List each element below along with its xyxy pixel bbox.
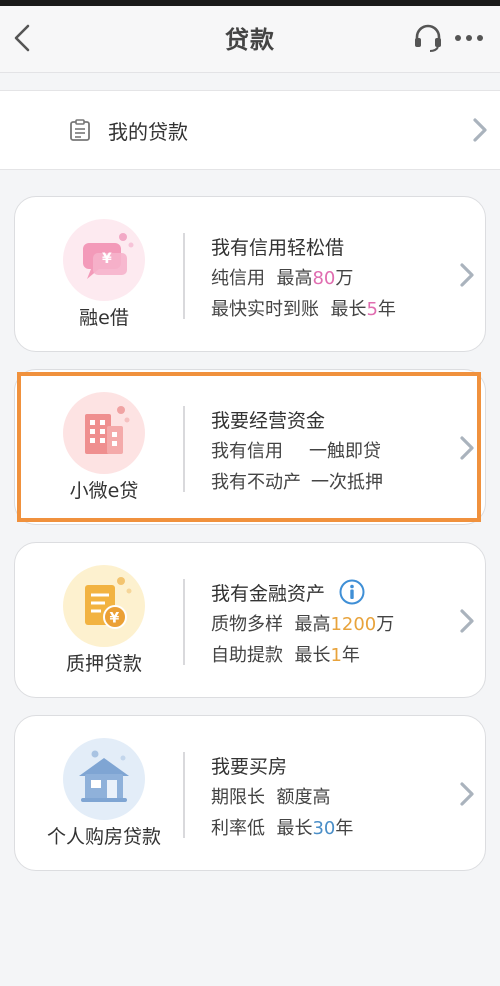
- svg-text:¥: ¥: [110, 611, 120, 627]
- product-feature-line: 我有不动产 一次抵押: [211, 472, 383, 493]
- product-title: 我要买房: [211, 756, 288, 778]
- office-building-icon: [63, 392, 145, 474]
- document-coin-icon: ¥: [63, 565, 145, 647]
- product-name: 小微e贷: [69, 480, 139, 502]
- my-loans-label: 我的贷款: [108, 120, 188, 144]
- divider: [183, 233, 185, 319]
- product-name: 融e借: [79, 307, 129, 329]
- chevron-right-icon: [470, 115, 490, 145]
- product-name: 质押贷款: [65, 653, 142, 675]
- product-feature-line: 质物多样 最高1200万: [211, 614, 395, 635]
- chevron-right-icon: [457, 606, 477, 636]
- house-icon: [63, 738, 145, 820]
- product-title: 我要经营资金: [211, 410, 326, 432]
- divider: [183, 579, 185, 665]
- product-feature-line: 最快实时到账 最长5年: [211, 299, 396, 320]
- product-feature-line: 利率低 最长30年: [211, 818, 354, 839]
- product-card-home-loan[interactable]: 个人购房贷款 我要买房 期限长 额度高 利率低 最长30年: [14, 715, 486, 871]
- nav-bar: 贷款: [0, 6, 500, 73]
- info-icon[interactable]: [339, 579, 365, 610]
- chevron-right-icon: [457, 779, 477, 809]
- chevron-right-icon: [457, 433, 477, 463]
- product-feature-line: 期限长 额度高: [211, 787, 331, 808]
- chevron-right-icon: [457, 260, 477, 290]
- credit-chat-icon: ¥: [63, 219, 145, 301]
- svg-text:¥: ¥: [102, 251, 112, 267]
- product-name: 个人购房贷款: [46, 826, 161, 848]
- divider: [183, 752, 185, 838]
- product-feature-line: 我有信用 一触即贷: [211, 441, 381, 462]
- product-card-pledge-loan[interactable]: ¥ 质押贷款 我有金融资产 质物多样 最高1200万 自助提款 最长1年: [14, 542, 486, 698]
- product-title: 我有金融资产: [211, 579, 365, 610]
- product-title: 我有信用轻松借: [211, 237, 345, 259]
- more-options-icon[interactable]: [452, 22, 486, 54]
- my-loans-row[interactable]: 我的贷款: [0, 90, 500, 170]
- product-feature-line: 自助提款 最长1年: [211, 645, 360, 666]
- divider: [183, 406, 185, 492]
- clipboard-icon: [68, 118, 92, 142]
- customer-service-headset-icon[interactable]: [412, 22, 444, 54]
- product-card-xiao-wei-e-dai[interactable]: 小微e贷 我要经营资金 我有信用 一触即贷 我有不动产 一次抵押: [14, 369, 486, 525]
- product-card-rong-e-jie[interactable]: ¥ 融e借 我有信用轻松借 纯信用 最高80万 最快实时到账 最长5年: [14, 196, 486, 352]
- product-feature-line: 纯信用 最高80万: [211, 268, 354, 289]
